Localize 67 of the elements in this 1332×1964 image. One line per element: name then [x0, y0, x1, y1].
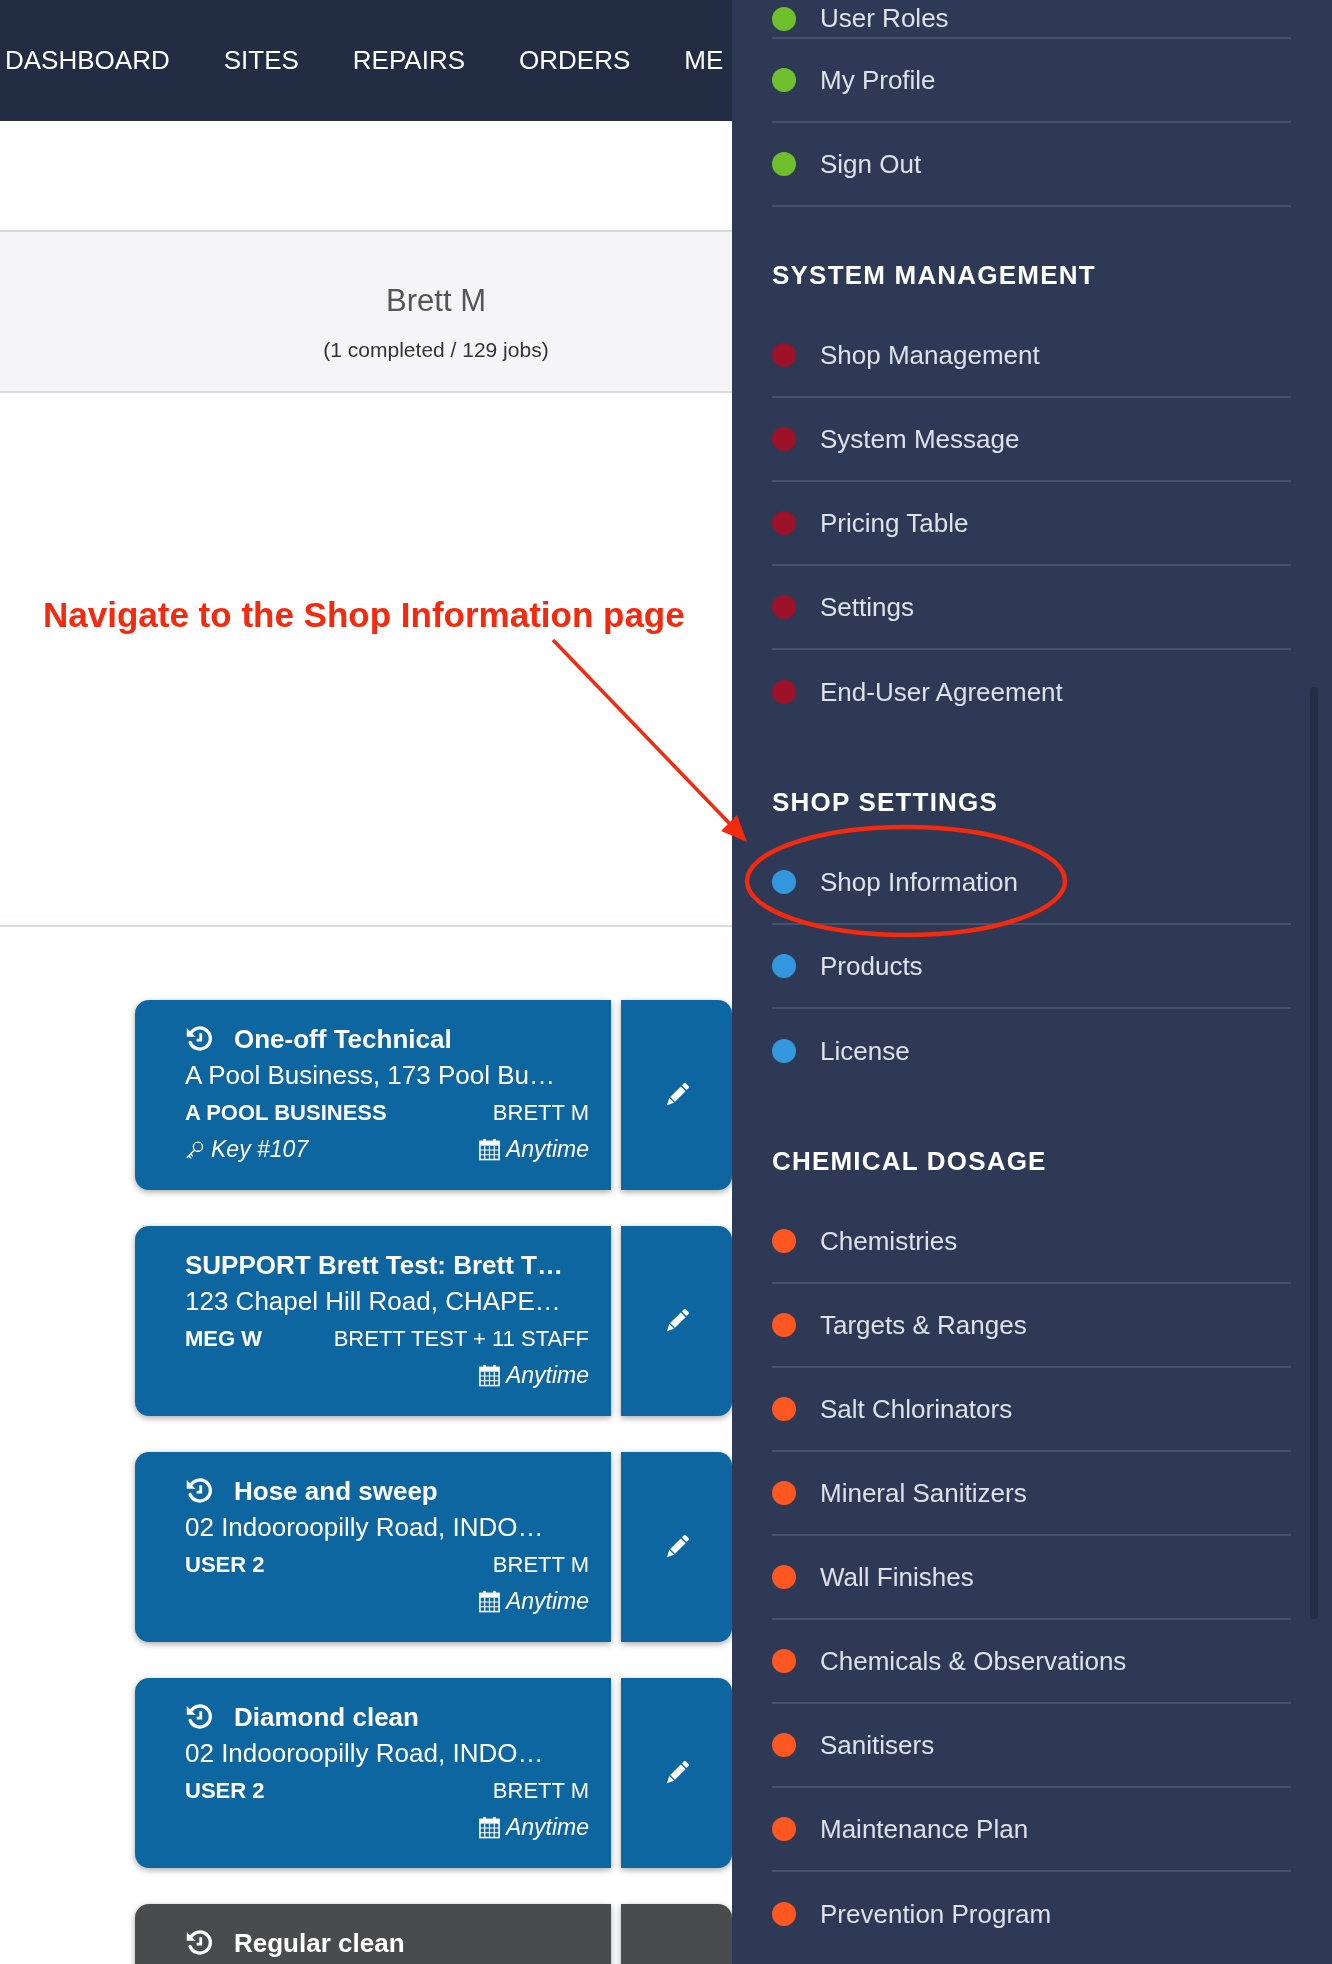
schedule-time: Anytime [505, 1136, 589, 1163]
edit-button[interactable] [621, 1000, 732, 1190]
nav-link[interactable]: REPAIRS [352, 45, 466, 76]
calendar-icon [477, 1364, 501, 1387]
job-address: 02 Indooroopilly Road, INDO… [185, 1511, 544, 1544]
menu-item[interactable]: My Profile [772, 39, 1291, 123]
menu-item[interactable]: Chemistries [772, 1200, 1291, 1284]
job-card[interactable]: One-off Technical A Pool Business, 173 Pool Bu… A POOL BUSINESS BRETT M Key #107 Anytime [135, 1000, 611, 1190]
section-heading: SHOP SETTINGS [772, 787, 999, 817]
job-card[interactable]: Hose and sweep 02 Indooroopilly Road, INDO… USER 2 BRETT M Anytime [135, 1452, 611, 1642]
nav-link[interactable]: ME [684, 45, 724, 76]
schedule-time: Anytime [505, 1362, 589, 1389]
nav-link[interactable]: ORDERS [519, 45, 631, 76]
job-card[interactable]: SUPPORT Brett Test: Brett T… 123 Chapel Hill Road, CHAPE… MEG W BRETT TEST + 11 STAFF Anytime [135, 1226, 611, 1416]
key-icon [185, 1139, 205, 1160]
job-address: A Pool Business, 173 Pool Bu… [185, 1059, 555, 1092]
job-count: (1 completed / 129 jobs) [323, 337, 549, 363]
client-name: USER 2 [185, 1551, 265, 1578]
calendar-icon [477, 1590, 501, 1613]
nav-link[interactable]: SITES [223, 45, 299, 76]
menu-item[interactable]: Maintenance Plan [772, 1788, 1291, 1872]
staff-name: BRETT M [492, 1551, 589, 1578]
menu-item[interactable]: Wall Finishes [772, 1536, 1291, 1620]
menu-item[interactable]: Shop Information [772, 841, 1291, 925]
menu-item[interactable]: User Roles [772, 0, 1291, 39]
schedule-time: Anytime [505, 1814, 589, 1841]
calendar-icon [477, 1138, 501, 1161]
section-heading: CHEMICAL DOSAGE [772, 1146, 1047, 1176]
edit-button[interactable] [621, 1678, 732, 1868]
menu-item[interactable]: Shop Management [772, 314, 1291, 398]
menu-item[interactable]: Pricing Table [772, 482, 1291, 566]
menu-item[interactable]: Prevention Program [772, 1872, 1291, 1956]
job-address: 123 Chapel Hill Road, CHAPE… [185, 1285, 561, 1318]
edit-button[interactable] [621, 1226, 732, 1416]
menu-item[interactable]: Products [772, 925, 1291, 1009]
key-number: Key #107 [211, 1136, 309, 1163]
schedule-time: Anytime [505, 1588, 589, 1615]
calendar-icon [477, 1816, 501, 1839]
staff-name: BRETT M [492, 1099, 589, 1126]
menu-item[interactable]: Targets & Ranges [772, 1284, 1291, 1368]
job-title: SUPPORT Brett Test: Brett T… [185, 1249, 563, 1282]
staff-name: BRETT M [492, 1777, 589, 1804]
menu-item[interactable]: Sanitisers [772, 1704, 1291, 1788]
menu-item[interactable]: License [772, 1009, 1291, 1093]
job-title: Regular clean [234, 1927, 405, 1960]
client-name: USER 2 [185, 1777, 265, 1804]
job-card[interactable]: Regular clean [135, 1904, 611, 1964]
menu-item[interactable]: End-User Agreement [772, 650, 1291, 734]
section-heading: SYSTEM MANAGEMENT [772, 260, 1096, 290]
menu-item[interactable]: Chemicals & Observations [772, 1620, 1291, 1704]
job-title: Diamond clean [234, 1701, 419, 1734]
nav-link[interactable]: DASHBOARD [5, 45, 170, 76]
menu-item[interactable]: System Message [772, 398, 1291, 482]
job-address: 02 Indooroopilly Road, INDO… [185, 1737, 544, 1770]
job-title: Hose and sweep [234, 1475, 438, 1508]
staff-name: BRETT TEST + 11 STAFF [333, 1325, 589, 1352]
menu-item[interactable]: Salt Chlorinators [772, 1368, 1291, 1452]
menu-item[interactable]: Mineral Sanitizers [772, 1452, 1291, 1536]
edit-button[interactable] [621, 1452, 732, 1642]
menu-item[interactable]: Sign Out [772, 123, 1291, 207]
client-name: A POOL BUSINESS [185, 1099, 387, 1126]
job-card[interactable]: Diamond clean 02 Indooroopilly Road, INDO… USER 2 BRETT M Anytime [135, 1678, 611, 1868]
job-title: One-off Technical [234, 1023, 452, 1056]
menu-item[interactable]: Settings [772, 566, 1291, 650]
user-name: Brett M [386, 282, 486, 320]
annotation-text: Navigate to the Shop Information page [43, 594, 685, 636]
client-name: MEG W [185, 1325, 262, 1352]
